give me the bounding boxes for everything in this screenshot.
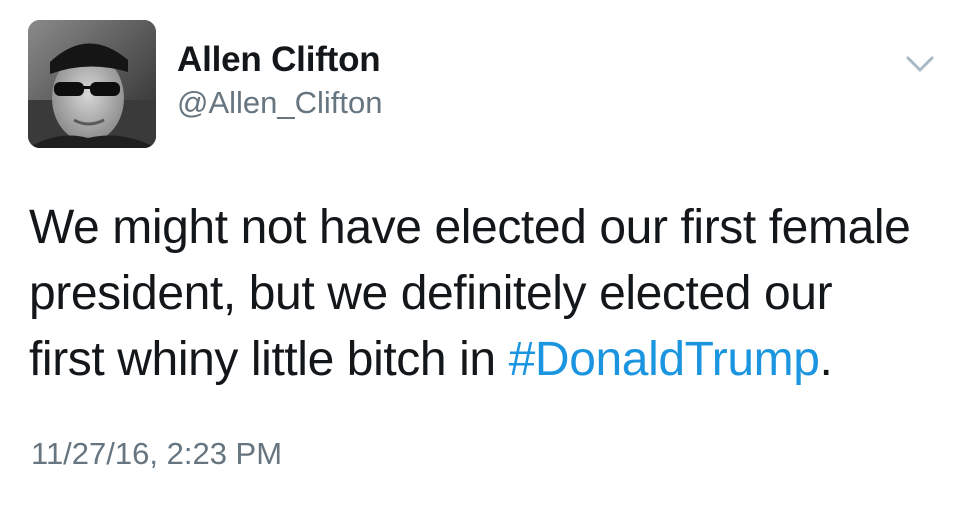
tweet-text-line-1: We might not have elected our first fema… [29, 201, 911, 254]
tweet-card: Allen Clifton @Allen_Clifton We might no… [0, 0, 960, 506]
hashtag-link[interactable]: #DonaldTrump [509, 333, 820, 386]
tweet-text-line-2: president, but we definitely elected our [29, 267, 833, 320]
tweet-text-line-3: first whiny little bitch in [29, 333, 509, 386]
author-display-name[interactable]: Allen Clifton [177, 40, 381, 80]
avatar[interactable] [28, 20, 156, 148]
tweet-text-end: . [819, 333, 833, 386]
avatar-image [28, 20, 156, 148]
author-handle[interactable]: @Allen_Clifton [177, 85, 383, 121]
tweet-text: We might not have elected our first fema… [29, 195, 949, 393]
chevron-down-icon[interactable] [900, 50, 940, 78]
tweet-timestamp[interactable]: 11/27/16, 2:23 PM [31, 436, 282, 472]
